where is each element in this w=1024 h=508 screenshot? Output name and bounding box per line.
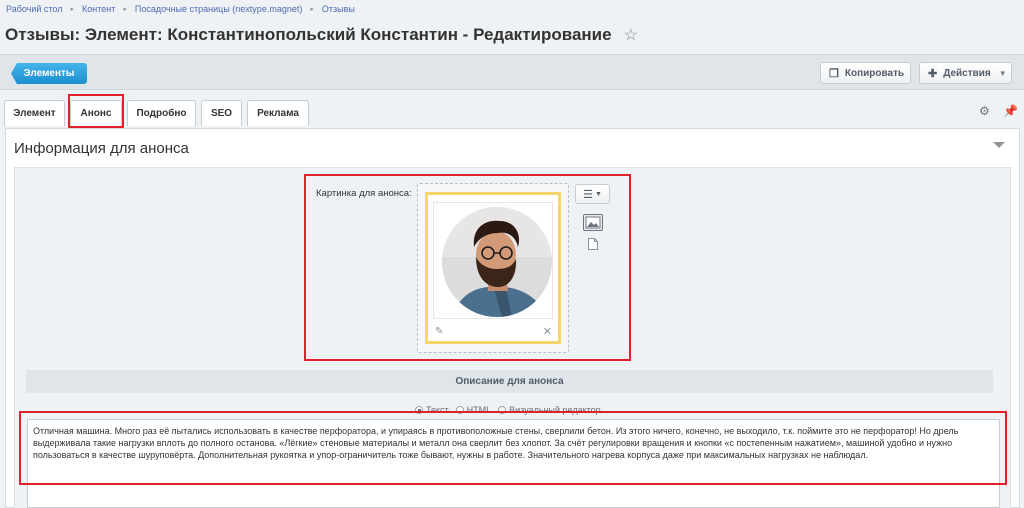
pin-icon[interactable]: 📌 [1003,104,1018,118]
person-portrait-image [442,207,552,317]
breadcrumb-content[interactable]: Контент [82,4,115,14]
image-upload-icon[interactable] [583,214,603,234]
copy-button-label: Копировать [844,67,905,79]
chevron-down-icon: ▼ [998,68,1007,78]
image-field-label: Картинка для анонса: [316,188,412,199]
chevron-right-icon: ▸ [70,6,75,13]
file-icon[interactable] [588,238,598,253]
tab-bar: Элемент Анонс Подробно SEO Реклама [0,98,1024,126]
copy-icon: ❐ [829,67,839,80]
edit-pencil-icon[interactable]: ✎ [435,326,443,337]
page-title: Отзывы: Элемент: Константинопольский Кон… [5,25,612,44]
breadcrumb-landing-pages[interactable]: Посадочные страницы (nextype.magnet) [135,4,302,14]
breadcrumb-reviews[interactable]: Отзывы [322,4,355,14]
star-icon[interactable]: ☆ [624,25,638,45]
person-photo [442,207,552,317]
hamburger-icon: ☰ [583,188,593,201]
tab-ads[interactable]: Реклама [247,100,309,126]
collapse-triangle-icon[interactable] [993,142,1005,148]
tab-highlight-frame [68,94,124,128]
breadcrumb-desktop[interactable]: Рабочий стол [6,4,63,14]
actions-button[interactable]: ✚ Действия ▼ [919,62,1012,84]
plus-icon: ✚ [928,67,938,80]
tab-element[interactable]: Элемент [4,100,65,126]
page-title-row: Отзывы: Элемент: Константинопольский Кон… [5,25,638,45]
toolbar: Элементы ❐ Копировать ✚ Действия ▼ [0,54,1024,90]
copy-button[interactable]: ❐ Копировать [820,62,911,84]
image-preview-frame [433,202,553,319]
image-thumbnail[interactable]: ✎ ✕ [425,192,561,344]
chevron-down-icon: ▼ [594,190,602,198]
gear-icon[interactable]: ⚙ [979,104,990,118]
description-header: Описание для анонса [26,370,993,393]
image-menu-button[interactable]: ☰ ▼ [575,184,610,204]
chevron-right-icon: ▸ [310,6,314,13]
actions-button-label: Действия [943,67,991,79]
elements-back-button[interactable]: Элементы [11,63,87,84]
breadcrumb: Рабочий стол ▸ Контент ▸ Посадочные стра… [6,4,355,14]
section-title: Информация для анонса [14,140,189,157]
close-icon[interactable]: ✕ [543,325,552,338]
chevron-right-icon: ▸ [123,6,127,13]
tab-seo[interactable]: SEO [201,100,242,126]
tab-details[interactable]: Подробно [127,100,196,126]
text-highlight-frame [19,411,1007,485]
